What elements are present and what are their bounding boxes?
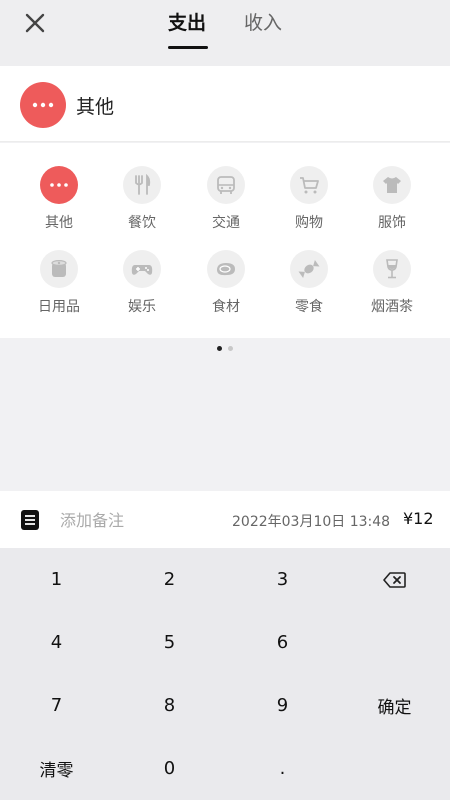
wine-glass-icon	[386, 259, 398, 279]
date-time-picker[interactable]: 2022年03月10日 13:48	[232, 511, 390, 531]
confirm-button[interactable]: 确定	[339, 674, 450, 737]
category-tobacco-alcohol-tea[interactable]: 烟酒茶	[352, 250, 432, 320]
category-label: 食材	[212, 299, 240, 315]
category-snacks[interactable]: 零食	[269, 250, 349, 320]
number-keypad: 1 2 3 4 5 6 7 8 9 确定 清零 0 .	[0, 548, 450, 800]
category-entertainment[interactable]: 娱乐	[102, 250, 182, 320]
key-2[interactable]: 2	[113, 548, 226, 611]
page-dot[interactable]	[228, 346, 233, 351]
category-label: 餐饮	[128, 215, 156, 231]
note-icon	[21, 510, 39, 530]
key-5[interactable]: 5	[113, 611, 226, 674]
category-icon-wrap	[290, 166, 328, 204]
category-icon-wrap	[123, 166, 161, 204]
key-decimal[interactable]: .	[226, 737, 339, 800]
close-icon	[25, 13, 45, 33]
category-clothing[interactable]: 服饰	[352, 166, 432, 236]
category-grid: 其他 餐饮 交通 购物 服饰 日用品 娱乐 食材 零食 烟酒茶	[0, 143, 450, 338]
category-label: 烟酒茶	[371, 299, 413, 315]
category-label: 购物	[295, 215, 323, 231]
category-icon-wrap	[123, 250, 161, 288]
category-icon-wrap	[373, 166, 411, 204]
category-daily-goods[interactable]: 日用品	[19, 250, 99, 320]
key-7[interactable]: 7	[0, 674, 113, 737]
empty-key	[339, 737, 450, 800]
category-icon-wrap	[373, 250, 411, 288]
bus-icon	[217, 176, 235, 194]
category-label: 交通	[212, 215, 240, 231]
gamepad-icon	[131, 265, 153, 275]
meat-icon	[217, 263, 235, 276]
category-icon-wrap	[207, 166, 245, 204]
backspace-button[interactable]	[339, 548, 450, 611]
category-dining[interactable]: 餐饮	[102, 166, 182, 236]
tab-underline	[168, 46, 208, 49]
selected-category-icon	[20, 82, 66, 128]
category-label: 服饰	[378, 215, 406, 231]
selected-category-label: 其他	[76, 96, 115, 118]
fork-knife-icon	[135, 174, 151, 195]
key-4[interactable]: 4	[0, 611, 113, 674]
key-3[interactable]: 3	[226, 548, 339, 611]
key-0[interactable]: 0	[113, 737, 226, 800]
empty-key	[339, 611, 450, 674]
tab-income[interactable]: 收入	[244, 10, 282, 40]
key-6[interactable]: 6	[226, 611, 339, 674]
category-icon-wrap	[290, 250, 328, 288]
category-icon-wrap	[40, 166, 78, 204]
note-input[interactable]	[60, 509, 210, 531]
category-label: 日用品	[38, 299, 80, 315]
shopping-cart-icon	[300, 177, 319, 194]
tissue-roll-icon	[51, 259, 67, 277]
category-label: 其他	[45, 215, 73, 231]
backspace-icon	[382, 571, 406, 588]
key-1[interactable]: 1	[0, 548, 113, 611]
key-8[interactable]: 8	[113, 674, 226, 737]
category-icon-wrap	[40, 250, 78, 288]
more-icon	[50, 183, 68, 187]
category-label: 娱乐	[128, 299, 156, 315]
candy-icon	[298, 259, 320, 279]
category-label: 零食	[295, 299, 323, 315]
page-indicator	[0, 346, 450, 354]
category-ingredients[interactable]: 食材	[186, 250, 266, 320]
category-shopping[interactable]: 购物	[269, 166, 349, 236]
category-icon-wrap	[207, 250, 245, 288]
category-other[interactable]: 其他	[19, 166, 99, 236]
tshirt-icon	[383, 177, 401, 193]
note-bar: 2022年03月10日 13:48 ¥12	[0, 491, 450, 548]
tab-expense[interactable]: 支出	[168, 10, 206, 40]
close-button[interactable]	[20, 8, 50, 38]
amount-display: ¥12	[403, 509, 434, 528]
key-9[interactable]: 9	[226, 674, 339, 737]
category-transport[interactable]: 交通	[186, 166, 266, 236]
selected-category-bar: 其他	[0, 66, 450, 142]
page-dot-active[interactable]	[217, 346, 222, 351]
clear-button[interactable]: 清零	[0, 737, 113, 800]
more-icon	[32, 102, 54, 108]
header: 支出 收入	[0, 0, 450, 66]
